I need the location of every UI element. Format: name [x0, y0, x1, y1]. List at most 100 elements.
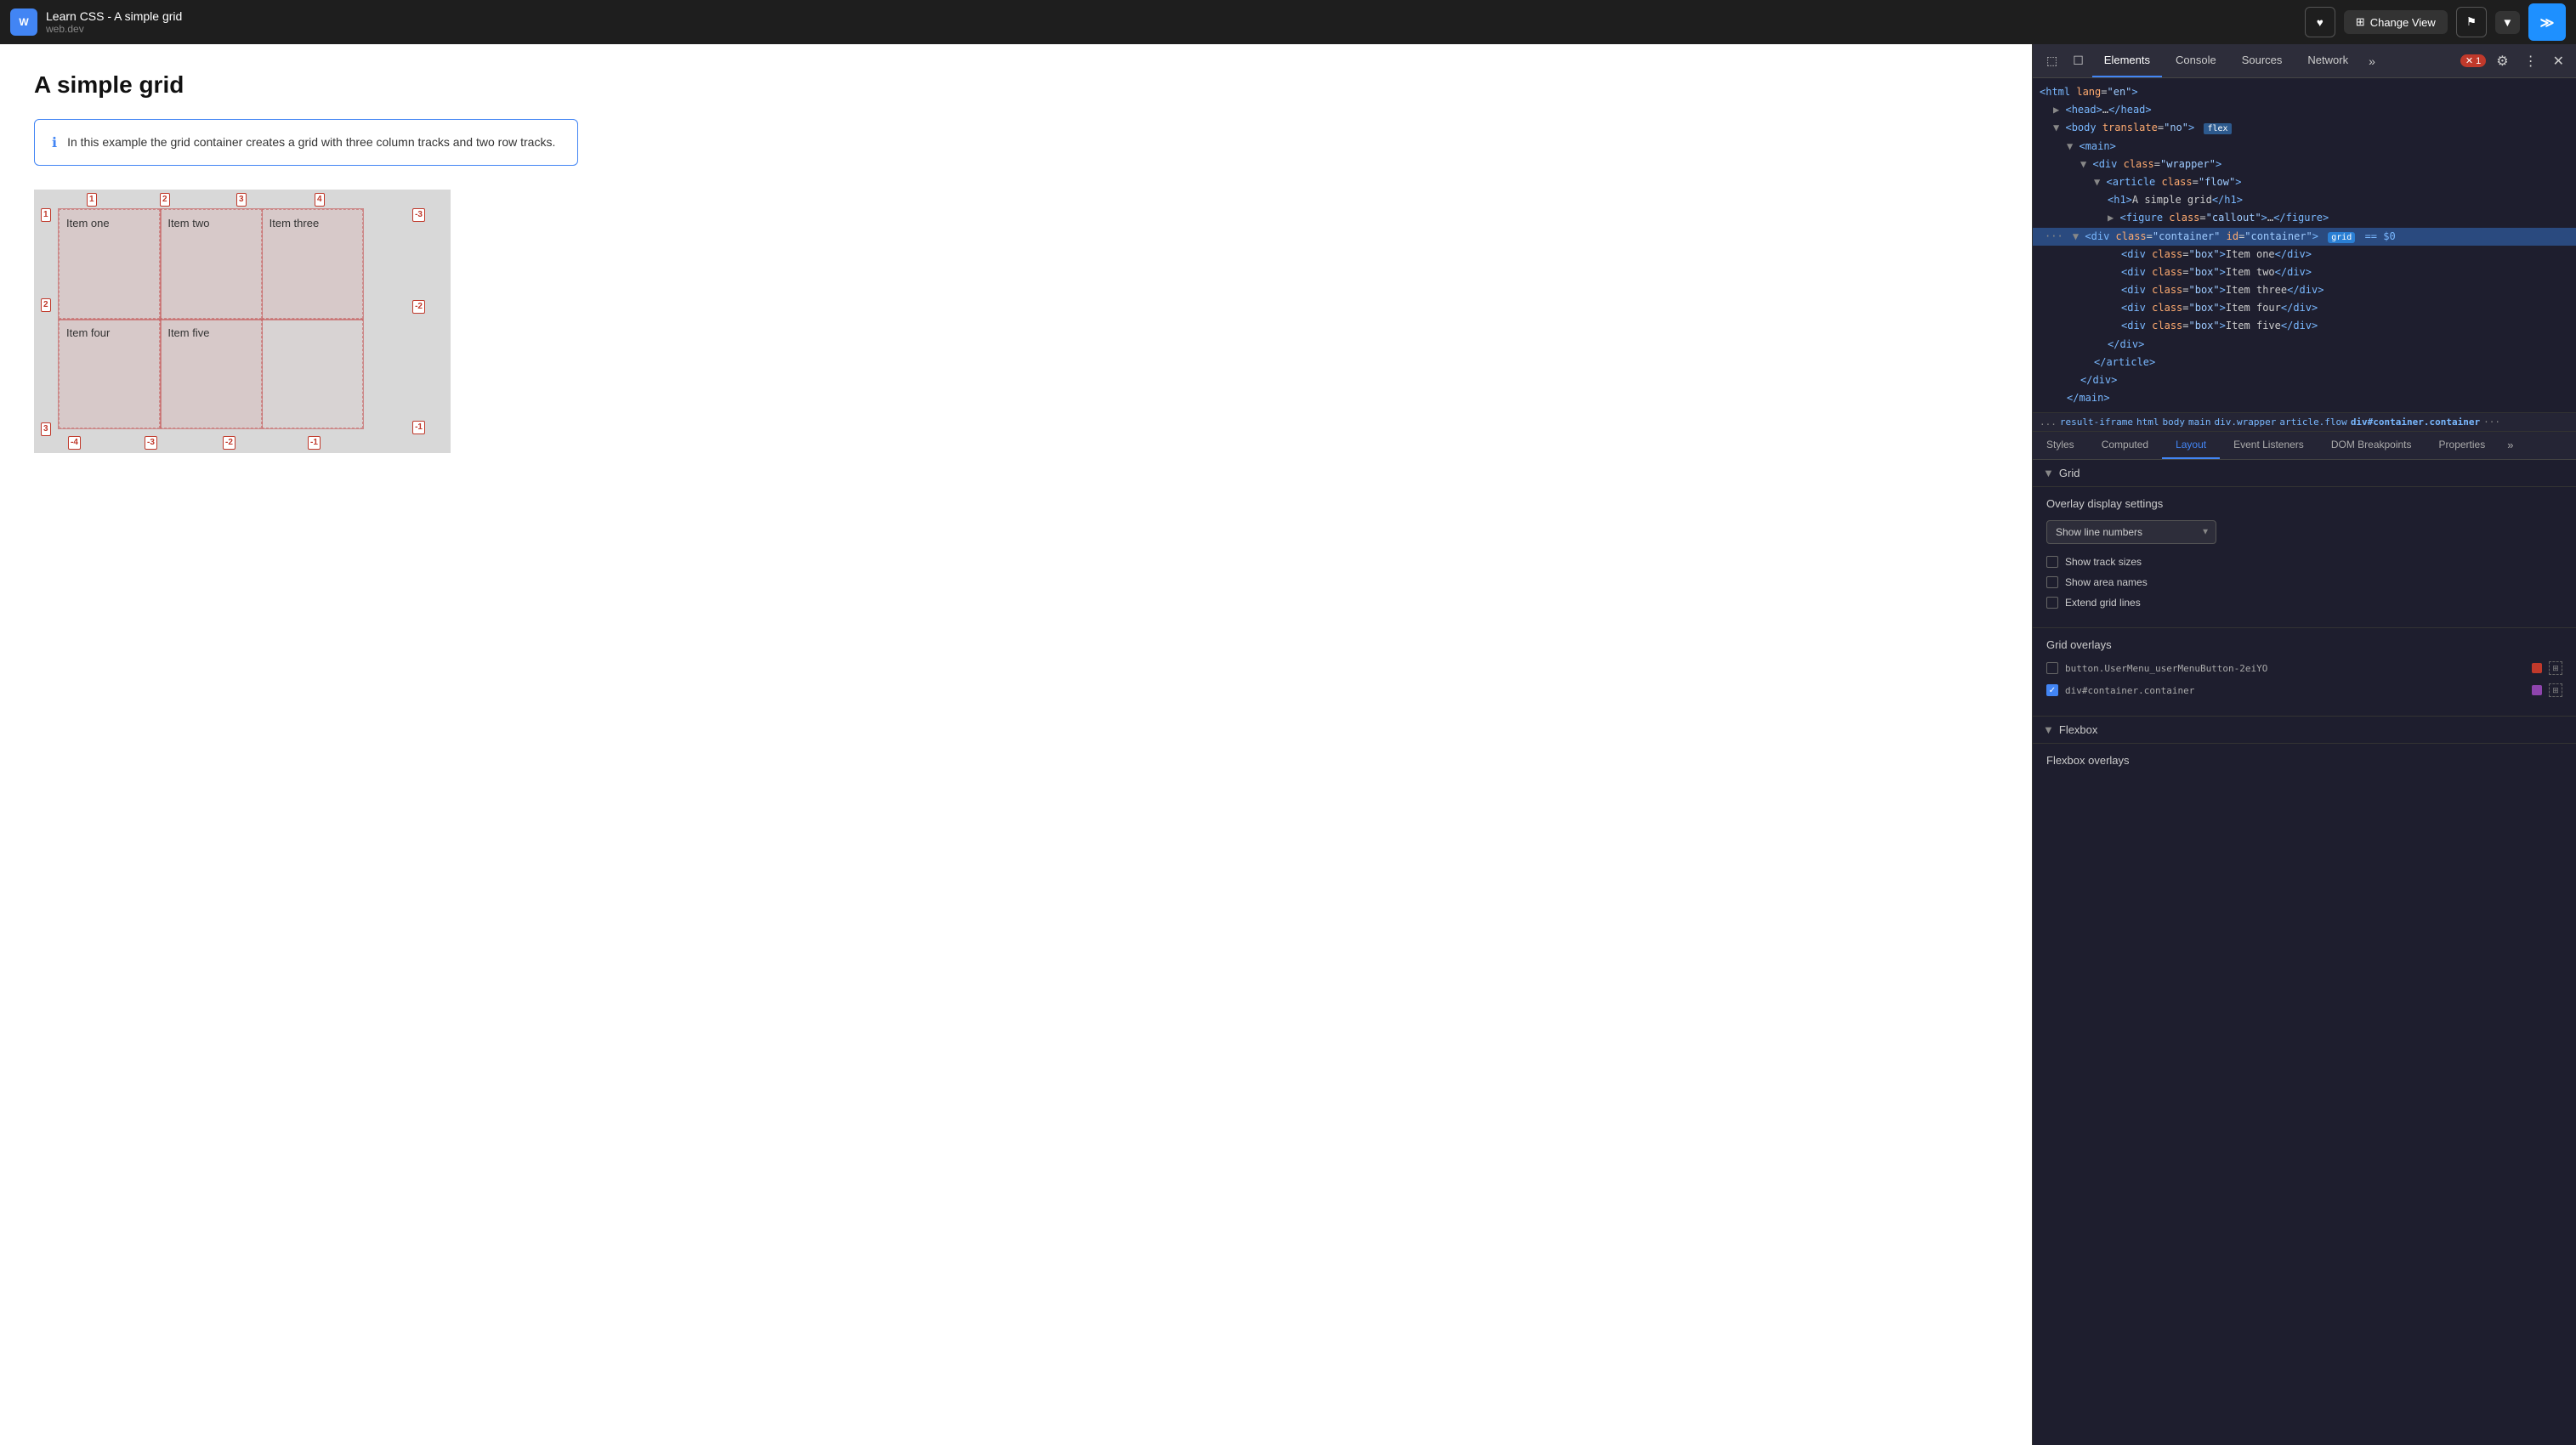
- dom-line[interactable]: ▼ <body translate="no"> flex: [2033, 119, 2576, 137]
- show-area-names-label: Show area names: [2065, 576, 2148, 588]
- flexbox-section-caret: ▼: [2043, 723, 2054, 736]
- show-track-sizes-checkbox[interactable]: Show track sizes: [2046, 556, 2562, 568]
- breadcrumb-bar: ... result-iframe html body main div.wra…: [2033, 413, 2576, 432]
- overlay-row-2-checkbox[interactable]: ✓: [2046, 684, 2058, 696]
- row-label-3: 3: [41, 422, 51, 436]
- dom-line[interactable]: ▼ <main>: [2033, 138, 2576, 156]
- layout-panel: ▼ Grid Overlay display settings Show lin…: [2033, 460, 2576, 1445]
- dropdown-button[interactable]: ▼: [2495, 11, 2520, 34]
- grid-cell-2: Item two: [160, 209, 261, 319]
- overlay-row-1-label[interactable]: [2046, 662, 2058, 674]
- dom-line[interactable]: <div class="box">Item one</div>: [2033, 246, 2576, 264]
- info-text: In this example the grid container creat…: [67, 133, 555, 151]
- dom-line[interactable]: <div class="box">Item four</div>: [2033, 299, 2576, 317]
- tab-event-listeners[interactable]: Event Listeners: [2220, 432, 2318, 459]
- row-label-1: 1: [41, 208, 51, 222]
- page-title: Learn CSS - A simple grid: [46, 9, 182, 23]
- dom-line[interactable]: <div class="box">Item three</div>: [2033, 281, 2576, 299]
- main-layout: A simple grid ℹ In this example the grid…: [0, 44, 2576, 1445]
- breadcrumb-div-wrapper[interactable]: div.wrapper: [2214, 416, 2276, 428]
- dom-line[interactable]: ▶ <figure class="callout">…</figure>: [2033, 209, 2576, 227]
- grid-cell-empty: [262, 319, 363, 428]
- breadcrumb-main[interactable]: main: [2188, 416, 2211, 428]
- devtools-inner: <html lang="en"> ▶ <head>…</head> ▼ <bod…: [2033, 78, 2576, 1445]
- panel-tab-more[interactable]: »: [2499, 432, 2522, 459]
- grid-overlays-section: Grid overlays button.UserMenu_userMenuBu…: [2033, 628, 2576, 717]
- tab-console[interactable]: Console: [2164, 44, 2228, 77]
- dom-line[interactable]: <html lang="en">: [2033, 83, 2576, 101]
- show-area-names-checkbox[interactable]: Show area names: [2046, 576, 2562, 588]
- tab-elements[interactable]: Elements: [2092, 44, 2162, 77]
- show-track-sizes-box: [2046, 556, 2058, 568]
- dom-line[interactable]: </main>: [2033, 389, 2576, 407]
- dom-line[interactable]: </div>: [2033, 336, 2576, 354]
- line-numbers-dropdown[interactable]: Show line numbers Show track sizes Show …: [2046, 520, 2216, 544]
- dom-line[interactable]: ▼ <div class="wrapper">: [2033, 156, 2576, 173]
- breadcrumb-more[interactable]: ···: [2483, 416, 2500, 428]
- overlay-row-button: button.UserMenu_userMenuButton-2eiYO ⊞: [2046, 661, 2562, 675]
- breadcrumb-container[interactable]: div#container.container: [2351, 416, 2480, 428]
- more-tabs-icon[interactable]: »: [2362, 51, 2382, 71]
- info-icon: ℹ: [52, 134, 57, 151]
- overlay-row-1-grid-icon[interactable]: ⊞: [2549, 661, 2562, 675]
- dom-line[interactable]: <div class="box">Item two</div>: [2033, 264, 2576, 281]
- change-view-button[interactable]: ⊞ Change View: [2344, 10, 2448, 34]
- dom-line[interactable]: </article>: [2033, 354, 2576, 371]
- close-devtools-icon[interactable]: ✕: [2548, 49, 2569, 73]
- extend-grid-lines-checkbox[interactable]: Extend grid lines: [2046, 597, 2562, 609]
- topbar: W Learn CSS - A simple grid web.dev ♥ ⊞ …: [0, 0, 2576, 44]
- change-view-icon: ⊞: [2356, 15, 2365, 29]
- tab-sources[interactable]: Sources: [2230, 44, 2295, 77]
- more-options-icon[interactable]: ⋮: [2519, 49, 2543, 73]
- col-label-2: 2: [160, 193, 170, 207]
- grid-section-header[interactable]: ▼ Grid: [2033, 460, 2576, 487]
- overlay-row-2-grid-icon[interactable]: ⊞: [2549, 683, 2562, 697]
- breadcrumb-article-flow[interactable]: article.flow: [2279, 416, 2346, 428]
- flexbox-section-title: Flexbox: [2059, 723, 2098, 736]
- info-box: ℹ In this example the grid container cre…: [34, 119, 578, 166]
- settings-icon[interactable]: ⚙: [2491, 49, 2513, 73]
- tab-dom-breakpoints[interactable]: DOM Breakpoints: [2318, 432, 2426, 459]
- col-neg-label-3: -3: [412, 208, 425, 222]
- row-neg-label-1: -1: [308, 436, 321, 450]
- breadcrumb-html[interactable]: html: [2136, 416, 2159, 428]
- overlay-row-2-color[interactable]: [2532, 685, 2542, 695]
- cursor-icon[interactable]: ⬚: [2040, 50, 2064, 71]
- dom-line[interactable]: <div class="box">Item five</div>: [2033, 317, 2576, 335]
- tab-layout[interactable]: Layout: [2162, 432, 2220, 459]
- tab-network[interactable]: Network: [2295, 44, 2360, 77]
- row-neg-label-4: -4: [68, 436, 81, 450]
- favorite-button[interactable]: ♥: [2305, 7, 2335, 37]
- dom-line[interactable]: </div>: [2033, 371, 2576, 389]
- overlay-row-2-label[interactable]: ✓: [2046, 684, 2058, 696]
- tab-styles[interactable]: Styles: [2033, 432, 2088, 459]
- col-label-4: 4: [315, 193, 325, 207]
- breadcrumb-result-iframe[interactable]: result-iframe: [2060, 416, 2133, 428]
- panel-tab-bar: Styles Computed Layout Event Listeners D…: [2033, 432, 2576, 460]
- overlay-row-1-color[interactable]: [2532, 663, 2542, 673]
- overlay-title: Overlay display settings: [2046, 497, 2562, 510]
- inspector-icon[interactable]: ☐: [2066, 50, 2091, 71]
- terminal-button[interactable]: ≫: [2528, 3, 2566, 41]
- dom-line[interactable]: ▶ <head>…</head>: [2033, 101, 2576, 119]
- grid-cell-3: Item three: [262, 209, 363, 319]
- pin-button[interactable]: ⚑: [2456, 7, 2487, 37]
- flexbox-section-header[interactable]: ▼ Flexbox: [2033, 717, 2576, 744]
- grid-cell-5: Item five: [160, 319, 261, 428]
- devtools-nav: ⬚ ☐ Elements Console Sources Network » ✕…: [2033, 44, 2576, 78]
- col-label-1: 1: [87, 193, 97, 207]
- tab-properties[interactable]: Properties: [2426, 432, 2499, 459]
- dom-line[interactable]: <h1>A simple grid</h1>: [2033, 191, 2576, 209]
- dom-line[interactable]: ▼ <article class="flow">: [2033, 173, 2576, 191]
- topbar-title-group: Learn CSS - A simple grid web.dev: [46, 9, 182, 35]
- heart-icon: ♥: [2317, 16, 2324, 29]
- breadcrumb-body[interactable]: body: [2162, 416, 2185, 428]
- show-track-sizes-label: Show track sizes: [2065, 556, 2142, 568]
- devtools-nav-right: ✕ 1 ⚙ ⋮ ✕: [2460, 49, 2569, 73]
- tab-computed[interactable]: Computed: [2088, 432, 2162, 459]
- overlay-row-2-name: div#container.container: [2065, 685, 2525, 696]
- grid-cell-1: Item one: [59, 209, 160, 319]
- dom-line-selected[interactable]: ··· ▼ <div class="container" id="contain…: [2033, 228, 2576, 246]
- overlay-row-1-checkbox[interactable]: [2046, 662, 2058, 674]
- pin-icon: ⚑: [2466, 15, 2477, 29]
